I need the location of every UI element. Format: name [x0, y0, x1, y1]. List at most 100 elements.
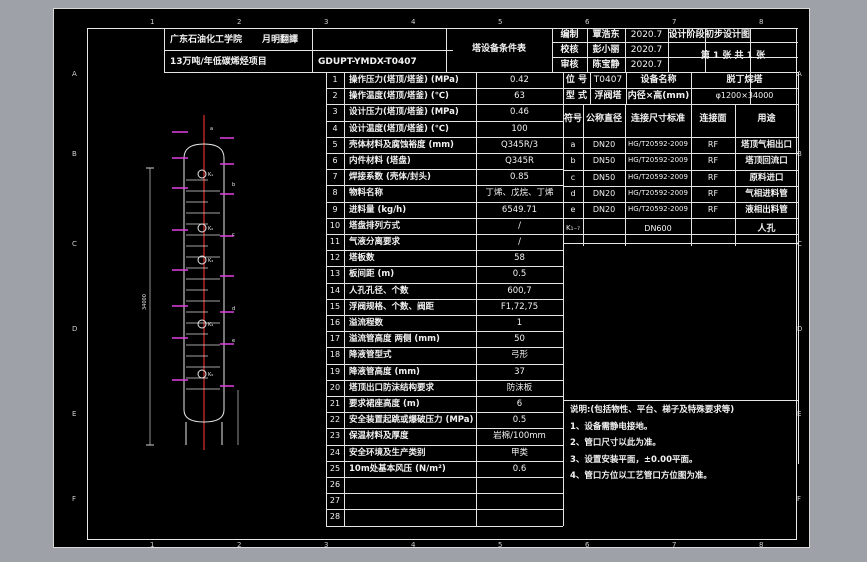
- rule-line: [563, 137, 798, 139]
- rule-line: [563, 243, 798, 244]
- nozzle-dn: DN20: [592, 205, 616, 214]
- param-name: 保温材料及厚度: [349, 431, 409, 442]
- param-value: 0.85: [510, 172, 529, 183]
- param-row-no: 19: [329, 366, 341, 376]
- rule-line: [326, 363, 563, 365]
- zone-number: 8: [759, 541, 764, 549]
- param-row-no: 12: [329, 253, 341, 263]
- role-date: 2020.7: [630, 45, 663, 55]
- size-value: φ1200×34000: [715, 91, 774, 100]
- zone-number: 4: [411, 18, 416, 26]
- param-value: F1,72,75: [500, 301, 539, 312]
- param-row-no: 3: [332, 107, 338, 117]
- nozzle-dn: DN20: [592, 140, 616, 150]
- param-value: 600,7: [507, 285, 532, 296]
- param-name: 设计温度(塔顶/塔釜) (℃): [349, 123, 449, 134]
- param-value: /: [518, 220, 521, 231]
- param-name: 操作温度(塔顶/塔釜) (℃): [349, 91, 449, 102]
- rule-line: [164, 28, 798, 29]
- nozzle-dn: DN50: [592, 172, 616, 182]
- manhole-sym: K₁₋₇: [566, 224, 580, 232]
- param-row-no: 8: [332, 188, 338, 198]
- param-value: 0.5: [512, 415, 527, 426]
- zone-letter: C: [72, 240, 77, 248]
- rule-line: [326, 444, 563, 446]
- role-name: 陈宝静: [592, 60, 620, 70]
- rule-line: [326, 120, 563, 122]
- rule-line: [326, 234, 563, 235]
- note-line: 1、设备需静电接地。: [570, 422, 653, 432]
- nozzle-std: HG/T20592-2009: [628, 205, 688, 213]
- zone-letter: D: [72, 325, 78, 333]
- manhole-use: 人孔: [757, 224, 776, 234]
- nozzle-face: RF: [707, 140, 719, 150]
- zone-number: 1: [150, 18, 155, 26]
- rule-line: [326, 396, 563, 397]
- param-value: 63: [514, 91, 525, 102]
- zone-number: 8: [759, 18, 764, 26]
- zone-number: 2: [237, 541, 242, 549]
- rule-line: [164, 50, 453, 51]
- nozzle-sym: a: [570, 140, 576, 150]
- rule-line: [326, 217, 563, 219]
- param-row-no: 25: [329, 463, 341, 473]
- nozzle-use: 气相进料管: [745, 188, 788, 199]
- nozzle-sym: e: [570, 205, 576, 214]
- drawing-number: GDUPT-YMDX-T0407: [318, 57, 417, 67]
- param-value: 58: [514, 253, 525, 264]
- rule-line: [563, 88, 798, 89]
- rule-line: [563, 185, 798, 187]
- nozzle-use: 塔顶气相出口: [740, 140, 792, 151]
- note-line: 3、设置安装平面，±0.00平面。: [570, 454, 698, 465]
- school-name: 广东石油化工学院: [170, 35, 243, 45]
- rule-line: [798, 104, 799, 246]
- stage-label: 设计阶段: [668, 30, 705, 40]
- rule-line: [326, 185, 563, 187]
- nozzle-label: K₅: [208, 372, 213, 378]
- rule-line: [326, 412, 563, 414]
- role-date: 2020.7: [630, 30, 663, 40]
- rule-line: [563, 400, 798, 401]
- nozzle-dn: DN50: [592, 156, 616, 166]
- nozzle-label: e: [232, 338, 235, 344]
- param-name: 内件材料 (塔盘): [349, 156, 411, 166]
- nozzle-label: K₄: [208, 322, 213, 328]
- nozzle-header-use: 用途: [757, 114, 776, 124]
- tower-sketch: 34000 a K₁ K₂ K₃ K₄ K₅ b c d e: [142, 115, 239, 450]
- nozzle-face: RF: [707, 156, 719, 166]
- nozzle-dn: DN20: [592, 188, 616, 198]
- rule-line: [326, 169, 563, 171]
- note-line: 4、管口方位以工艺管口方位图为准。: [570, 471, 712, 482]
- nozzle-face: RF: [707, 188, 719, 198]
- param-name: 溢流管高度 两侧 (mm): [349, 334, 440, 345]
- param-value: 37: [514, 366, 525, 377]
- rule-line: [326, 315, 563, 316]
- param-row-no: 22: [329, 415, 341, 425]
- nozzle-use: 原料进口: [749, 172, 784, 183]
- rule-line: [326, 136, 563, 138]
- param-row-no: 26: [329, 480, 341, 489]
- rule-line: [326, 72, 563, 73]
- nozzle-sym: d: [570, 188, 576, 198]
- rule-line: [326, 379, 563, 381]
- param-row-no: 14: [329, 285, 341, 295]
- rule-line: [326, 331, 563, 333]
- nozzle-label: b: [232, 182, 235, 188]
- rule-line: [563, 202, 798, 203]
- nozzle-header-std: 连接尺寸标准: [630, 114, 685, 124]
- rule-line: [164, 28, 165, 72]
- nozzle-header-face: 连接面: [699, 114, 727, 124]
- nozzle-use: 液相出料管: [745, 205, 788, 215]
- rule-line: [326, 282, 563, 284]
- rule-line: [326, 250, 563, 252]
- param-value: 6549.71: [501, 204, 538, 215]
- param-name: 气液分离要求: [349, 237, 401, 247]
- nozzle-label: K₁: [208, 172, 213, 178]
- param-row-no: 18: [329, 350, 341, 360]
- zone-number: 6: [585, 18, 590, 26]
- param-value: 50: [514, 334, 525, 345]
- param-value: Q345R: [505, 156, 534, 166]
- role-name: 覃浩东: [592, 30, 620, 40]
- role-label: 编制: [560, 30, 579, 40]
- nozzle-face: RF: [707, 205, 719, 214]
